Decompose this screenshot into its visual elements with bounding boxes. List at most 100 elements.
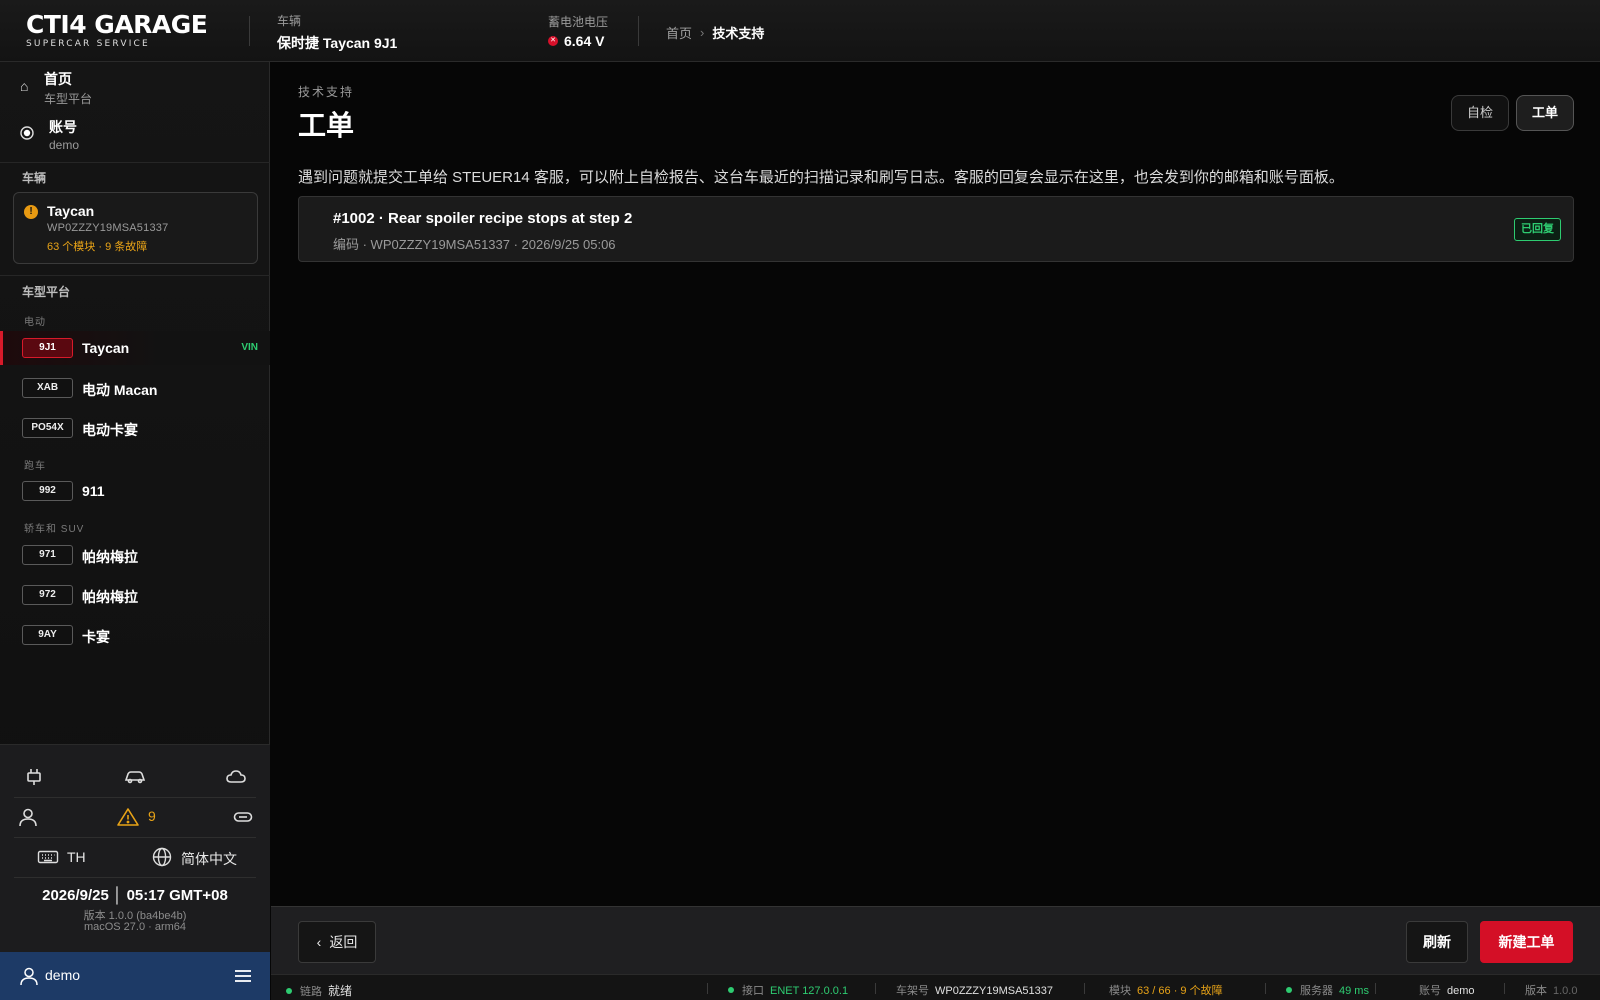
page-eyebrow: 技术支持 bbox=[298, 85, 355, 99]
group-label-electric: 电动 bbox=[24, 317, 46, 328]
nav-subtitle: demo bbox=[49, 138, 80, 152]
sidebar-item-home[interactable]: ⌂ 首页 车型平台 bbox=[0, 64, 270, 112]
platform-item-9j1[interactable]: 9J1 Taycan VIN bbox=[0, 331, 270, 365]
status-module-label: 模块 bbox=[1109, 985, 1131, 997]
platform-item-992[interactable]: 992 911 bbox=[0, 474, 270, 508]
status-server: 服务器 49 ms bbox=[1286, 982, 1369, 998]
plug-icon[interactable] bbox=[24, 767, 44, 787]
breadcrumb: 首页 › 技术支持 bbox=[666, 23, 764, 42]
platform-name: Taycan bbox=[82, 340, 130, 356]
status-port-label: 接口 bbox=[742, 985, 764, 997]
status-version: 版本 1.0.0 bbox=[1525, 982, 1577, 998]
platform-code: PO54X bbox=[22, 418, 73, 438]
car-icon[interactable] bbox=[124, 767, 146, 787]
vehicle-card-name: Taycan bbox=[47, 203, 95, 219]
platform-item-972[interactable]: 972 帕纳梅拉 bbox=[0, 578, 270, 612]
vehicle-section-label: 车辆 bbox=[22, 171, 47, 185]
back-button[interactable]: ‹ 返回 bbox=[298, 921, 376, 963]
divider bbox=[14, 877, 256, 878]
chevron-left-icon: ‹ bbox=[316, 934, 322, 950]
vehicle-label: 车辆 bbox=[277, 14, 302, 28]
vin-tag: VIN bbox=[241, 342, 258, 353]
group-label-sedan-suv: 轿车和 SUV bbox=[24, 524, 85, 535]
divider bbox=[1375, 983, 1376, 994]
ticket-meta: 编码 · WP0ZZZY19MSA51337 · 2026/9/25 05:06 bbox=[333, 237, 616, 252]
platform-item-9ay[interactable]: 9AY 卡宴 bbox=[0, 618, 270, 652]
refresh-button[interactable]: 刷新 bbox=[1406, 921, 1468, 963]
platform-item-po54x[interactable]: PO54X 电动卡宴 bbox=[0, 411, 270, 445]
status-vin-label: 车架号 bbox=[896, 985, 929, 997]
status-modules: 模块 63 / 66 · 9 个故障 bbox=[1109, 982, 1223, 998]
new-ticket-button[interactable]: 新建工单 bbox=[1480, 921, 1573, 963]
breadcrumb-current: 技术支持 bbox=[712, 26, 765, 41]
warning-icon[interactable] bbox=[117, 807, 139, 827]
status-link-label: 链路 bbox=[300, 986, 322, 998]
tab-self-check[interactable]: 自检 bbox=[1451, 95, 1509, 131]
globe-icon[interactable] bbox=[152, 847, 172, 867]
ticket-title: #1002 · Rear spoiler recipe stops at ste… bbox=[333, 210, 633, 227]
cloud-icon[interactable] bbox=[225, 767, 246, 787]
divider bbox=[707, 983, 708, 994]
status-dot-icon bbox=[286, 988, 292, 994]
platform-item-971[interactable]: 971 帕纳梅拉 bbox=[0, 538, 270, 572]
platform-code: 9AY bbox=[22, 625, 73, 645]
keyboard-layout-label[interactable]: TH bbox=[67, 849, 86, 865]
tool-row: 9 bbox=[0, 797, 270, 837]
divider bbox=[0, 275, 270, 276]
user-icon bbox=[20, 966, 38, 991]
platform-name: 卡宴 bbox=[82, 629, 110, 645]
error-icon: ✕ bbox=[548, 36, 558, 46]
nav-title: 首页 bbox=[44, 71, 72, 87]
os-info: macOS 27.0 · arm64 bbox=[83, 921, 187, 933]
intro-text: 遇到问题就提交工单给 STEUER14 客服，可以附上自检报告、这台车最近的扫描… bbox=[298, 169, 1344, 186]
platform-item-xab[interactable]: XAB 电动 Macan bbox=[0, 371, 270, 405]
status-port: 接口 ENET 127.0.0.1 bbox=[728, 982, 848, 998]
keyboard-icon[interactable] bbox=[37, 847, 59, 867]
tool-row: TH 简体中文 bbox=[0, 837, 270, 877]
divider bbox=[1084, 983, 1085, 994]
divider bbox=[875, 983, 876, 994]
vehicle-card-status: 63 个模块 · 9 条故障 bbox=[47, 241, 148, 253]
header-divider bbox=[249, 16, 250, 46]
header-divider bbox=[638, 16, 639, 46]
hamburger-menu-icon[interactable] bbox=[234, 968, 252, 989]
group-label-sports: 跑车 bbox=[24, 461, 46, 472]
chevron-right-icon: › bbox=[700, 25, 705, 40]
user-bar[interactable]: demo bbox=[0, 952, 270, 1000]
nav-title: 账号 bbox=[49, 119, 77, 135]
logo-title: CTI4 GARAGE bbox=[26, 10, 208, 39]
warning-icon: ! bbox=[24, 205, 38, 219]
tab-tickets[interactable]: 工单 bbox=[1516, 95, 1574, 131]
status-account-value: demo bbox=[1447, 985, 1475, 997]
status-version-label: 版本 bbox=[1525, 985, 1547, 997]
breadcrumb-home[interactable]: 首页 bbox=[666, 23, 692, 42]
platform-code: 9J1 bbox=[22, 338, 73, 358]
voltage-value: 6.64 V bbox=[564, 33, 605, 49]
page-title: 工单 bbox=[298, 110, 355, 141]
platform-name: 帕纳梅拉 bbox=[82, 549, 138, 565]
divider bbox=[0, 162, 270, 163]
link-icon[interactable] bbox=[233, 807, 253, 827]
sidebar-item-account[interactable]: 账号 demo bbox=[0, 114, 270, 162]
platform-name: 帕纳梅拉 bbox=[82, 589, 138, 605]
app-logo[interactable]: CTI4 GARAGE SUPERCAR SERVICE bbox=[26, 10, 208, 50]
divider bbox=[1504, 983, 1505, 994]
language-selector[interactable]: 简体中文 bbox=[181, 849, 237, 869]
radio-icon bbox=[20, 126, 34, 143]
datetime-display: 2026/9/25 │ 05:17 GMT+08 bbox=[42, 887, 228, 904]
status-server-value: 49 ms bbox=[1339, 985, 1369, 997]
home-icon: ⌂ bbox=[20, 78, 29, 94]
user-name: demo bbox=[45, 967, 81, 983]
voltage-label: 蓄电池电压 bbox=[548, 15, 609, 29]
user-icon[interactable] bbox=[18, 807, 38, 827]
status-vin-value: WP0ZZZY19MSA51337 bbox=[935, 985, 1053, 997]
sidebar: ⌂ 首页 车型平台 账号 demo 车辆 ! Taycan WP0ZZZY19M… bbox=[0, 62, 270, 1000]
status-dot-icon bbox=[728, 987, 734, 993]
main-content: 技术支持 工单 自检 工单 遇到问题就提交工单给 STEUER14 客服，可以附… bbox=[271, 62, 1600, 906]
ticket-card[interactable]: #1002 · Rear spoiler recipe stops at ste… bbox=[298, 196, 1574, 262]
platform-name: 电动卡宴 bbox=[82, 422, 138, 438]
vehicle-card[interactable]: ! Taycan WP0ZZZY19MSA51337 63 个模块 · 9 条故… bbox=[13, 192, 258, 264]
platform-name: 911 bbox=[82, 483, 105, 499]
action-bar: ‹ 返回 刷新 新建工单 bbox=[271, 906, 1600, 974]
platform-code: XAB bbox=[22, 378, 73, 398]
